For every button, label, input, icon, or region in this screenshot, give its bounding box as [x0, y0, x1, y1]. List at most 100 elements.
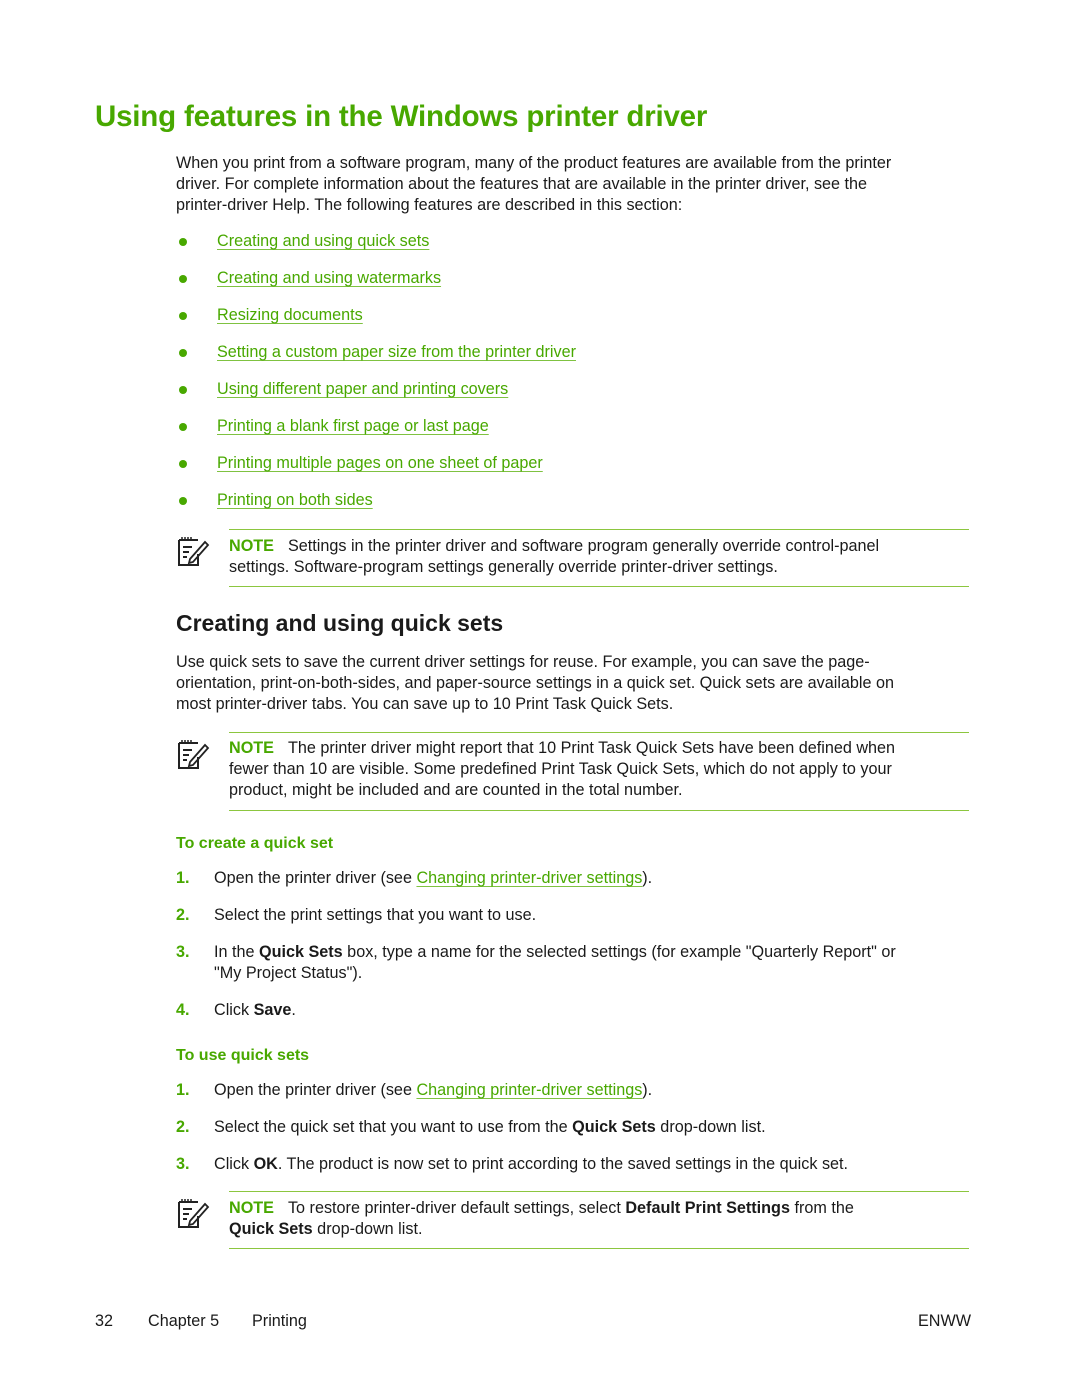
procedure-title-create: To create a quick set — [176, 835, 334, 852]
step-text-part: In the — [214, 943, 259, 961]
note-box: NOTE To restore printer-driver default se… — [176, 1191, 969, 1249]
step-text: Open the printer driver (see Changing pr… — [214, 1080, 652, 1101]
note-text: NOTE The printer driver might report that… — [229, 738, 969, 801]
list-item: 1. Open the printer driver (see Changing… — [176, 868, 976, 889]
note-label: NOTE — [229, 739, 274, 757]
list-item: Printing on both sides — [176, 491, 576, 528]
create-steps: 1. Open the printer driver (see Changing… — [176, 868, 976, 1037]
bullet-icon — [179, 386, 187, 394]
use-steps: 1. Open the printer driver (see Changing… — [176, 1080, 976, 1191]
note-line: product, might be included and are count… — [229, 781, 683, 799]
bullet-icon — [179, 238, 187, 246]
note-pencil-icon — [178, 740, 210, 769]
link-blank-page[interactable]: Printing a blank first page or last page — [217, 417, 489, 436]
link-changing-driver-settings[interactable]: Changing printer-driver settings — [416, 1081, 642, 1099]
step-text-part: . — [291, 1001, 296, 1019]
note-divider — [229, 586, 969, 587]
link-both-sides[interactable]: Printing on both sides — [217, 491, 373, 510]
footer-chapter-title: Printing — [252, 1312, 307, 1330]
note-divider — [229, 810, 969, 811]
list-item: Printing a blank first page or last page — [176, 417, 576, 454]
step-number: 2. — [176, 906, 190, 924]
step-text-part: drop-down list. — [655, 1118, 766, 1136]
step-text: Select the print settings that you want … — [214, 906, 537, 924]
note-divider — [229, 732, 969, 733]
link-different-paper[interactable]: Using different paper and printing cover… — [217, 380, 508, 399]
list-item: Creating and using watermarks — [176, 269, 576, 306]
note-divider — [229, 1248, 969, 1249]
step-text-part: "My Project Status"). — [214, 964, 363, 982]
step-text: Select the quick set that you want to us… — [214, 1117, 766, 1138]
intro-line: Use quick sets to save the current drive… — [176, 653, 870, 671]
page-title: Using features in the Windows printer dr… — [95, 100, 708, 133]
step-number: 1. — [176, 869, 190, 887]
ui-term: Quick Sets — [229, 1220, 313, 1238]
bullet-icon — [179, 460, 187, 468]
step-text-part: . The product is now set to print accord… — [277, 1155, 849, 1173]
note-label: NOTE — [229, 537, 274, 555]
procedure-title-use: To use quick sets — [176, 1047, 310, 1064]
intro-paragraph: When you print from a software program, … — [176, 153, 976, 216]
step-number: 2. — [176, 1118, 190, 1136]
list-item: 4. Click Save. — [176, 1000, 976, 1021]
link-quick-sets[interactable]: Creating and using quick sets — [217, 232, 429, 251]
note-box: NOTE The printer driver might report that… — [176, 732, 969, 812]
step-text-part: Click — [214, 1001, 254, 1019]
bullet-icon — [179, 349, 187, 357]
ui-term: Default Print Settings — [625, 1199, 790, 1217]
note-label: NOTE — [229, 1199, 274, 1217]
link-watermarks[interactable]: Creating and using watermarks — [217, 269, 441, 288]
intro-line: most printer-driver tabs. You can save u… — [176, 695, 674, 713]
footer-chapter: Chapter 5 — [148, 1312, 220, 1330]
note-line: fewer than 10 are visible. Some predefin… — [229, 760, 892, 778]
step-text: Open the printer driver (see Changing pr… — [214, 868, 652, 889]
bullet-icon — [179, 312, 187, 320]
note-line: from the — [789, 1199, 854, 1217]
intro-line: orientation, print-on-both-sides, and pa… — [176, 674, 895, 692]
list-item: 2. Select the print settings that you wa… — [176, 905, 976, 926]
list-item: 2. Select the quick set that you want to… — [176, 1117, 976, 1138]
section-intro: Use quick sets to save the current drive… — [176, 652, 976, 715]
step-text: In the Quick Sets box, type a name for t… — [214, 942, 896, 984]
link-custom-paper-size[interactable]: Setting a custom paper size from the pri… — [217, 343, 576, 362]
list-item: Using different paper and printing cover… — [176, 380, 576, 417]
note-text: NOTE To restore printer-driver default se… — [229, 1198, 969, 1240]
list-item: Printing multiple pages on one sheet of … — [176, 454, 576, 491]
link-resizing[interactable]: Resizing documents — [217, 306, 363, 325]
step-text-part: Select the quick set that you want to us… — [214, 1118, 573, 1136]
bullet-icon — [179, 423, 187, 431]
page-number: 32 — [95, 1312, 114, 1330]
link-changing-driver-settings[interactable]: Changing printer-driver settings — [416, 869, 642, 887]
step-text-part: box, type a name for the selected settin… — [342, 943, 896, 961]
note-divider — [229, 1191, 969, 1192]
intro-line: When you print from a software program, … — [176, 154, 892, 172]
note-line: Settings in the printer driver and softw… — [287, 537, 880, 555]
step-text-part: Open the printer driver (see — [214, 1081, 417, 1099]
list-item: 3. In the Quick Sets box, type a name fo… — [176, 942, 976, 984]
list-item: Creating and using quick sets — [176, 232, 576, 269]
step-number: 1. — [176, 1081, 190, 1099]
step-text-part: Open the printer driver (see — [214, 869, 417, 887]
footer-locale: ENWW — [917, 1312, 971, 1330]
step-text-part: Click — [214, 1155, 254, 1173]
note-text: NOTE Settings in the printer driver and s… — [229, 536, 969, 578]
intro-line: driver. For complete information about t… — [176, 175, 868, 193]
step-text: Click Save. — [214, 1000, 296, 1021]
note-line: The printer driver might report that 10 … — [287, 739, 896, 757]
ui-term: Quick Sets — [259, 943, 343, 961]
note-line: settings. Software-program settings gene… — [229, 558, 778, 576]
step-text-part: ). — [642, 1081, 653, 1099]
step-number: 3. — [176, 943, 190, 961]
bullet-icon — [179, 497, 187, 505]
section-title: Creating and using quick sets — [176, 610, 504, 636]
list-item: Setting a custom paper size from the pri… — [176, 343, 576, 380]
link-multiple-pages[interactable]: Printing multiple pages on one sheet of … — [217, 454, 543, 473]
note-pencil-icon — [178, 1199, 210, 1228]
step-text-part: ). — [642, 869, 653, 887]
list-item: Resizing documents — [176, 306, 576, 343]
step-number: 3. — [176, 1155, 190, 1173]
note-line: To restore printer-driver default settin… — [287, 1199, 626, 1217]
note-pencil-icon — [178, 537, 210, 566]
note-box: NOTE Settings in the printer driver and s… — [176, 529, 969, 587]
note-divider — [229, 529, 969, 530]
